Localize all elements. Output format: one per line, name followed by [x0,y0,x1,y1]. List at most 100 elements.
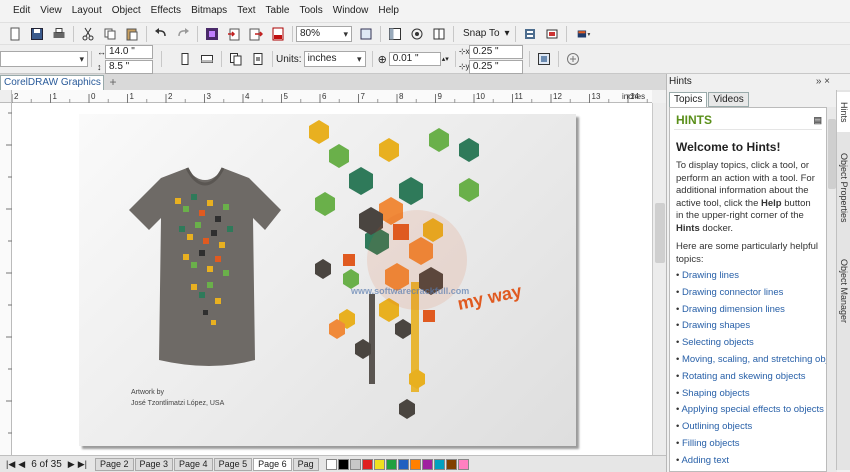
hint-topic-link[interactable]: • Shaping objects [676,386,820,403]
tab-videos[interactable]: Videos [708,92,749,107]
hints-menu-icon[interactable]: ▤ [813,112,822,129]
side-tab-hints[interactable]: Hints [837,92,850,132]
page-tab[interactable]: Pag [292,457,319,471]
export-icon[interactable] [248,26,264,42]
next-page-icon[interactable]: ▶ [68,459,75,470]
paper-type-select[interactable] [0,51,88,67]
color-swatch[interactable] [325,458,337,470]
hint-topic-link[interactable]: • Drawing connector lines [676,285,820,302]
copy-icon[interactable] [102,26,118,42]
menu-tools[interactable]: Tools [294,0,327,22]
color-swatch[interactable] [433,458,445,470]
side-tab-object-manager[interactable]: Object Manager [837,246,850,336]
redo-icon[interactable] [175,26,191,42]
color-swatch[interactable] [409,458,421,470]
docker-collapse-icon[interactable]: » × [816,74,830,90]
canvas-scroll-thumb[interactable] [655,203,665,263]
portrait-icon[interactable] [177,51,193,67]
import-icon[interactable] [226,26,242,42]
application-launcher-icon[interactable] [544,26,560,42]
page-tab[interactable]: Page 4 [174,457,213,471]
hint-topic-link[interactable]: • Outlining objects [676,419,820,436]
color-swatch[interactable] [373,458,385,470]
menu-bitmaps[interactable]: Bitmaps [186,0,232,22]
horizontal-ruler[interactable]: 210123456789101112131415inches [11,90,687,103]
color-swatch[interactable] [361,458,373,470]
new-tab-icon[interactable]: + [106,76,120,89]
show-grid-icon[interactable] [431,26,447,42]
welcome-screen-icon[interactable]: ▾ [573,26,595,42]
drawing-page[interactable]: Artwork by José Tzontlimatzi López, USA … [79,114,576,446]
hint-topic-link[interactable]: • Rotating and skewing objects [676,369,820,386]
cut-icon[interactable] [80,26,96,42]
full-screen-preview-icon[interactable] [387,26,403,42]
hint-topic-link[interactable]: • Adding text [676,453,820,470]
hint-topic-link[interactable]: • Selecting objects [676,335,820,352]
color-swatch[interactable] [337,458,349,470]
menu-table[interactable]: Table [261,0,295,22]
drawing-canvas[interactable]: Artwork by José Tzontlimatzi López, USA … [12,103,652,455]
hints-scroll-thumb[interactable] [828,119,836,189]
options-icon[interactable] [522,26,538,42]
prev-page-icon[interactable]: ◀ [18,459,25,470]
new-document-icon[interactable] [7,26,23,42]
hint-topic-link[interactable]: • Drawing shapes [676,318,820,335]
all-pages-icon[interactable] [228,51,244,67]
ruler-origin[interactable] [0,90,12,103]
hint-topic-link[interactable]: • Applying special effects to objects [676,402,824,419]
color-swatch[interactable] [445,458,457,470]
menu-view[interactable]: View [35,0,67,22]
menu-text[interactable]: Text [232,0,260,22]
menu-window[interactable]: Window [328,0,374,22]
artwork-credit-line1: Artwork by [131,389,165,396]
nudge-distance-field[interactable]: 0.01 " [388,52,441,66]
duplicate-distance-y-field[interactable]: 0.25 " [468,59,523,74]
nudge-spinner-icon[interactable]: ▴▾ [442,55,449,63]
menu-effects[interactable]: Effects [146,0,186,22]
ruler-tick-label: 11 [515,92,524,101]
units-select[interactable]: inches [303,51,366,67]
color-swatch[interactable] [385,458,397,470]
paste-icon[interactable] [124,26,140,42]
duplicate-distance-x-field[interactable]: 0.25 " [468,44,523,59]
menu-object[interactable]: Object [107,0,146,22]
side-tab-object-properties[interactable]: Object Properties [837,138,850,238]
menu-edit[interactable]: Edit [8,0,35,22]
page-width-field[interactable]: 14.0 " [105,44,153,59]
menu-help[interactable]: Help [373,0,404,22]
color-swatch[interactable] [421,458,433,470]
page-tab[interactable]: Page 6 [253,457,292,471]
menu-layout[interactable]: Layout [67,0,107,22]
page-tab[interactable]: Page 3 [134,457,174,471]
vertical-ruler[interactable] [0,103,12,455]
first-page-icon[interactable]: |◀ [6,459,15,470]
hint-topic-link[interactable]: • Drawing lines [676,268,820,285]
color-swatch[interactable] [457,458,469,470]
hint-topic-link[interactable]: • Drawing dimension lines [676,302,820,319]
save-icon[interactable] [29,26,45,42]
publish-pdf-icon[interactable] [270,26,286,42]
canvas-vertical-scrollbar[interactable] [652,103,666,455]
treat-as-filled-icon[interactable] [536,51,552,67]
print-icon[interactable] [51,26,67,42]
undo-icon[interactable] [153,26,169,42]
show-rulers-icon[interactable] [409,26,425,42]
last-page-icon[interactable]: ▶| [78,459,87,470]
tab-topics[interactable]: Topics [669,92,708,107]
color-swatch[interactable] [349,458,361,470]
current-page-icon[interactable] [250,51,266,67]
hint-topic-link[interactable]: • Moving, scaling, and stretching object… [676,352,826,369]
zoom-icon[interactable] [358,26,374,42]
page-height-field[interactable]: 8.5 " [105,59,153,74]
search-content-icon[interactable] [204,26,220,42]
color-swatch[interactable] [397,458,409,470]
page-tab[interactable]: Page 5 [213,457,253,471]
tshirt-graphic [129,167,281,366]
hint-topic-link[interactable]: • Filling objects [676,436,820,453]
document-tab[interactable]: CorelDRAW Graphics S... [0,75,104,90]
snap-to-dropdown[interactable]: Snap To ▾ [457,28,512,39]
add-page-icon[interactable] [565,51,581,67]
zoom-level-select[interactable]: 80% [296,25,352,42]
page-tab[interactable]: Page 2 [94,457,134,471]
landscape-icon[interactable] [199,51,215,67]
